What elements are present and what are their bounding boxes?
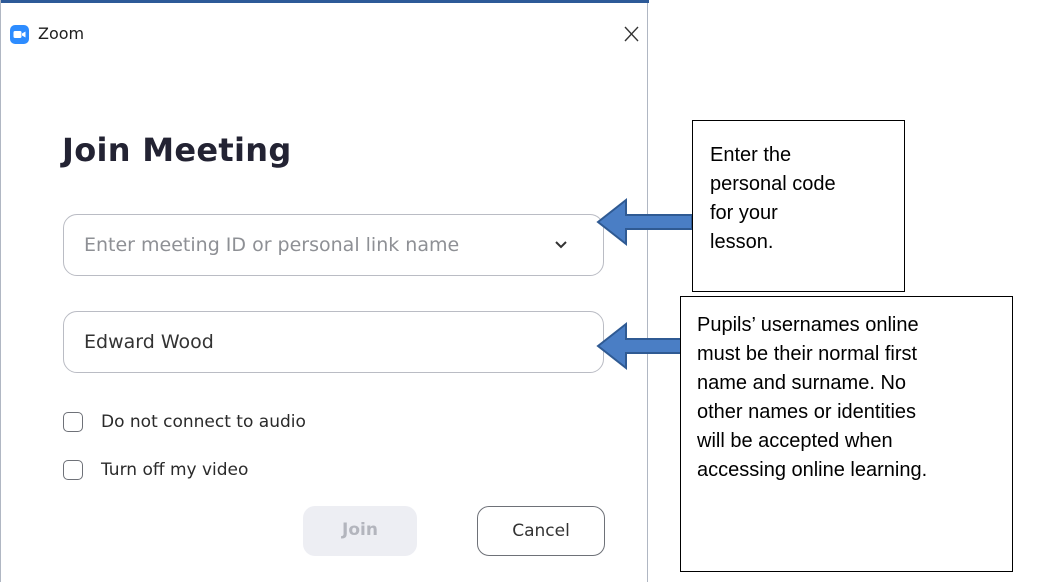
callout-line: for your <box>710 202 778 224</box>
audio-checkbox[interactable] <box>63 412 83 432</box>
callout-line: personal code <box>710 173 836 195</box>
callout-line: must be their normal first <box>697 343 918 365</box>
window-title: Zoom <box>38 24 85 43</box>
callout-line: will be accepted when <box>697 430 893 452</box>
callout-line: other names or identities <box>697 401 917 423</box>
close-icon[interactable] <box>616 21 646 49</box>
video-checkbox[interactable] <box>63 460 83 480</box>
meeting-code-callout: Enter the personal code for your lesson. <box>692 120 905 292</box>
name-input[interactable]: Edward Wood <box>63 311 604 373</box>
callout-line: Pupils’ usernames online <box>697 314 919 336</box>
callout-line: lesson. <box>710 231 774 253</box>
arrow-left-icon <box>596 194 694 250</box>
username-callout: Pupils’ usernames online must be their n… <box>680 296 1013 572</box>
page-title: Join Meeting <box>62 131 292 169</box>
zoom-join-dialog: Zoom Join Meeting Enter meeting ID or pe… <box>0 0 649 582</box>
callout-line: Enter the <box>710 144 792 166</box>
meeting-id-placeholder: Enter meeting ID or personal link name <box>84 234 460 256</box>
cancel-button[interactable]: Cancel <box>477 506 605 556</box>
video-checkbox-label: Turn off my video <box>101 460 249 480</box>
callout-line: accessing online learning. <box>697 459 928 481</box>
name-input-value: Edward Wood <box>84 331 214 353</box>
meeting-id-input[interactable]: Enter meeting ID or personal link name <box>63 214 604 276</box>
chevron-down-icon[interactable] <box>552 238 570 252</box>
zoom-camera-icon <box>10 25 29 44</box>
window-top-border <box>1 0 649 3</box>
audio-checkbox-label: Do not connect to audio <box>101 412 306 432</box>
callout-line: name and surname. No <box>697 372 907 394</box>
join-button[interactable]: Join <box>303 506 417 556</box>
